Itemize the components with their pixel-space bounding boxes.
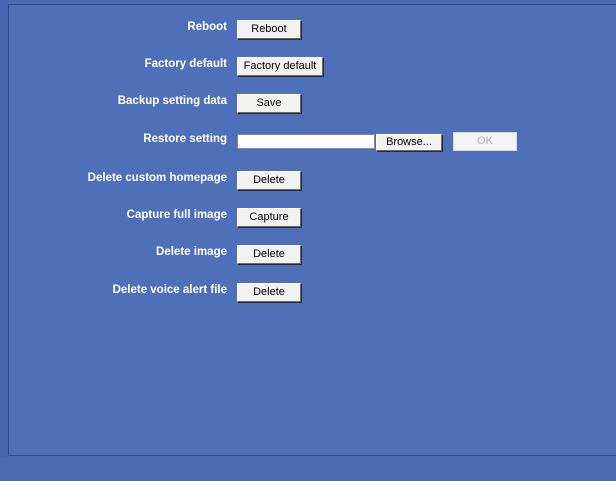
browse-button[interactable]: Browse...: [376, 134, 442, 151]
reboot-label: Reboot: [187, 21, 227, 33]
factory-default-label: Factory default: [144, 58, 227, 70]
left-frame-border: [0, 0, 8, 481]
delete-custom-homepage-row: Delete custom homepage Delete: [9, 171, 609, 191]
delete-homepage-button[interactable]: Delete: [237, 171, 301, 190]
delete-voice-alert-button[interactable]: Delete: [237, 283, 301, 302]
save-button[interactable]: Save: [237, 94, 301, 113]
ok-button-disabled[interactable]: OK: [453, 132, 517, 151]
capture-full-image-label: Capture full image: [126, 209, 227, 221]
reboot-button[interactable]: Reboot: [237, 20, 301, 39]
delete-image-row: Delete image Delete: [9, 245, 609, 265]
backup-setting-label: Backup setting data: [117, 95, 227, 107]
restore-file-input[interactable]: [237, 134, 375, 149]
restore-setting-row: Restore setting Browse... OK: [9, 132, 609, 152]
restore-setting-label: Restore setting: [143, 133, 227, 145]
factory-default-button[interactable]: Factory default: [237, 57, 323, 76]
bottom-strip: [0, 457, 616, 481]
maintenance-panel: Reboot Reboot Factory default Factory de…: [8, 4, 616, 456]
delete-image-label: Delete image: [156, 246, 227, 258]
delete-voice-alert-label: Delete voice alert file: [112, 284, 227, 296]
delete-custom-homepage-label: Delete custom homepage: [87, 172, 227, 184]
factory-default-row: Factory default Factory default: [9, 57, 609, 77]
delete-image-button[interactable]: Delete: [237, 245, 301, 264]
backup-setting-row: Backup setting data Save: [9, 94, 609, 114]
capture-button[interactable]: Capture: [237, 208, 301, 227]
reboot-row: Reboot Reboot: [9, 20, 609, 40]
capture-full-image-row: Capture full image Capture: [9, 208, 609, 228]
delete-voice-alert-row: Delete voice alert file Delete: [9, 283, 609, 303]
